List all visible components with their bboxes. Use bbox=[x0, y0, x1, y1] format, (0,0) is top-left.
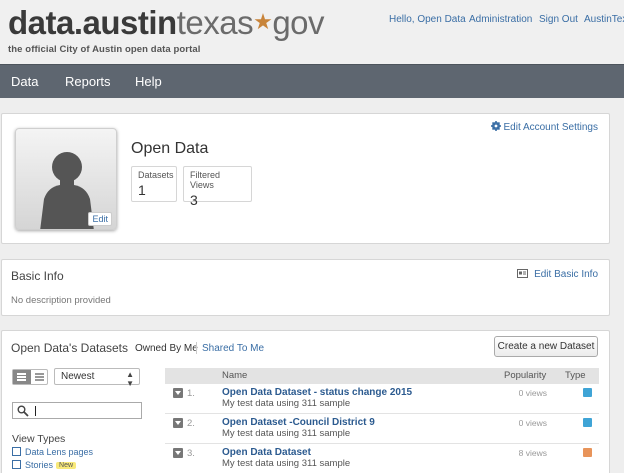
profile-panel: Edit Open Data Datasets 1 Filtered Views… bbox=[1, 113, 610, 244]
updown-caret-icon: ▲ ▼ bbox=[126, 370, 134, 388]
sort-select[interactable]: Newest ▲ ▼ bbox=[54, 368, 140, 388]
table-row: 3. Open Data Dataset My test data using … bbox=[165, 444, 599, 473]
row-number: 3. bbox=[187, 448, 195, 459]
logo-text-gov: gov bbox=[272, 4, 325, 41]
id-card-icon bbox=[517, 269, 529, 278]
dataset-subtitle: My test data using 311 sample bbox=[222, 458, 351, 469]
tab-divider bbox=[196, 342, 197, 354]
tab-shared-to-me[interactable]: Shared To Me bbox=[202, 343, 264, 354]
logo-text-austin: data.austin bbox=[8, 4, 177, 41]
view-type-label: Data Lens pages bbox=[25, 447, 94, 457]
dataset-title-link[interactable]: Open Dataset -Council District 9 bbox=[222, 417, 375, 428]
new-badge: New bbox=[56, 462, 77, 469]
table-row: 2. Open Dataset -Council District 9 My t… bbox=[165, 414, 599, 444]
edit-basic-info-link[interactable]: Edit Basic Info bbox=[517, 269, 598, 280]
administration-link[interactable]: Administration bbox=[469, 14, 532, 25]
filter-icon bbox=[583, 418, 592, 427]
stat-filtered-views: Filtered Views 3 bbox=[183, 166, 252, 208]
detail-view-icon[interactable] bbox=[13, 370, 31, 384]
datasets-panel: Open Data's Datasets Owned By Me Shared … bbox=[1, 330, 610, 473]
dataset-views: 8 views bbox=[518, 448, 547, 458]
basic-info-panel: Basic Info Edit Basic Info No descriptio… bbox=[1, 259, 610, 316]
table-header: Name Popularity Type bbox=[165, 368, 599, 384]
basic-info-title: Basic Info bbox=[11, 269, 64, 283]
dataset-search-input[interactable] bbox=[12, 402, 142, 419]
profile-description: No description provided bbox=[11, 295, 111, 306]
profile-name: Open Data bbox=[131, 140, 209, 157]
sign-out-link[interactable]: Sign Out bbox=[539, 14, 578, 25]
column-name[interactable]: Name bbox=[222, 370, 247, 381]
expand-toggle-icon[interactable] bbox=[173, 448, 183, 458]
dataset-subtitle: My test data using 311 sample bbox=[222, 398, 351, 409]
gear-icon bbox=[490, 121, 501, 131]
expand-toggle-icon[interactable] bbox=[173, 418, 183, 428]
hello-user-link[interactable]: Hello, Open Data bbox=[389, 14, 466, 25]
dataset-views: 0 views bbox=[518, 388, 547, 398]
edit-basic-info-label: Edit Basic Info bbox=[534, 269, 598, 280]
edit-account-settings-link[interactable]: Edit Account Settings bbox=[490, 121, 598, 133]
tab-owned-by-me[interactable]: Owned By Me bbox=[135, 343, 198, 354]
row-number: 1. bbox=[187, 388, 195, 399]
list-view-icon[interactable] bbox=[31, 370, 47, 384]
view-type-stories[interactable]: Stories New bbox=[12, 460, 77, 470]
stories-icon bbox=[12, 460, 21, 469]
view-types-heading: View Types bbox=[12, 433, 66, 445]
main-nav: Data Reports Help bbox=[0, 64, 624, 98]
dataset-icon bbox=[583, 448, 592, 457]
avatar-edit-button[interactable]: Edit bbox=[88, 212, 112, 226]
stat-label: Datasets bbox=[138, 170, 174, 180]
stat-label: Filtered Views bbox=[190, 170, 221, 190]
column-popularity[interactable]: Popularity bbox=[504, 370, 546, 381]
text-cursor bbox=[35, 406, 36, 416]
view-type-label: Stories bbox=[25, 460, 54, 470]
logo-text-texas: texas bbox=[176, 4, 254, 41]
view-type-data-lens[interactable]: Data Lens pages bbox=[12, 447, 93, 457]
avatar: Edit bbox=[15, 128, 117, 230]
nav-item-help[interactable]: Help bbox=[135, 74, 162, 89]
expand-toggle-icon[interactable] bbox=[173, 388, 183, 398]
site-header: data.austintexas★gov the official City o… bbox=[0, 0, 624, 64]
create-dataset-button[interactable]: Create a new Dataset bbox=[494, 336, 598, 357]
nav-item-data[interactable]: Data bbox=[11, 74, 38, 89]
site-logo[interactable]: data.austintexas★gov the official City o… bbox=[8, 4, 325, 56]
data-lens-icon bbox=[12, 447, 21, 456]
filter-icon bbox=[583, 388, 592, 397]
stat-datasets: Datasets 1 bbox=[131, 166, 177, 202]
search-icon bbox=[17, 405, 29, 417]
sort-select-value: Newest bbox=[61, 371, 95, 382]
logo-tagline: the official City of Austin open data po… bbox=[8, 44, 201, 55]
star-icon: ★ bbox=[253, 9, 273, 34]
table-row: 1. Open Data Dataset - status change 201… bbox=[165, 384, 599, 414]
nav-item-reports[interactable]: Reports bbox=[65, 74, 111, 89]
dataset-views: 0 views bbox=[518, 418, 547, 428]
dataset-title-link[interactable]: Open Data Dataset bbox=[222, 447, 311, 458]
dataset-subtitle: My test data using 311 sample bbox=[222, 428, 351, 439]
dataset-title-link[interactable]: Open Data Dataset - status change 2015 bbox=[222, 387, 412, 398]
column-type[interactable]: Type bbox=[565, 370, 586, 381]
stat-value: 1 bbox=[138, 182, 146, 198]
datasets-title: Open Data's Datasets bbox=[11, 341, 129, 355]
stat-value: 3 bbox=[190, 192, 198, 208]
view-toggle bbox=[12, 369, 48, 385]
row-number: 2. bbox=[187, 418, 195, 429]
austintexas-link[interactable]: AustinTex bbox=[584, 14, 624, 25]
edit-account-settings-label: Edit Account Settings bbox=[503, 122, 598, 133]
